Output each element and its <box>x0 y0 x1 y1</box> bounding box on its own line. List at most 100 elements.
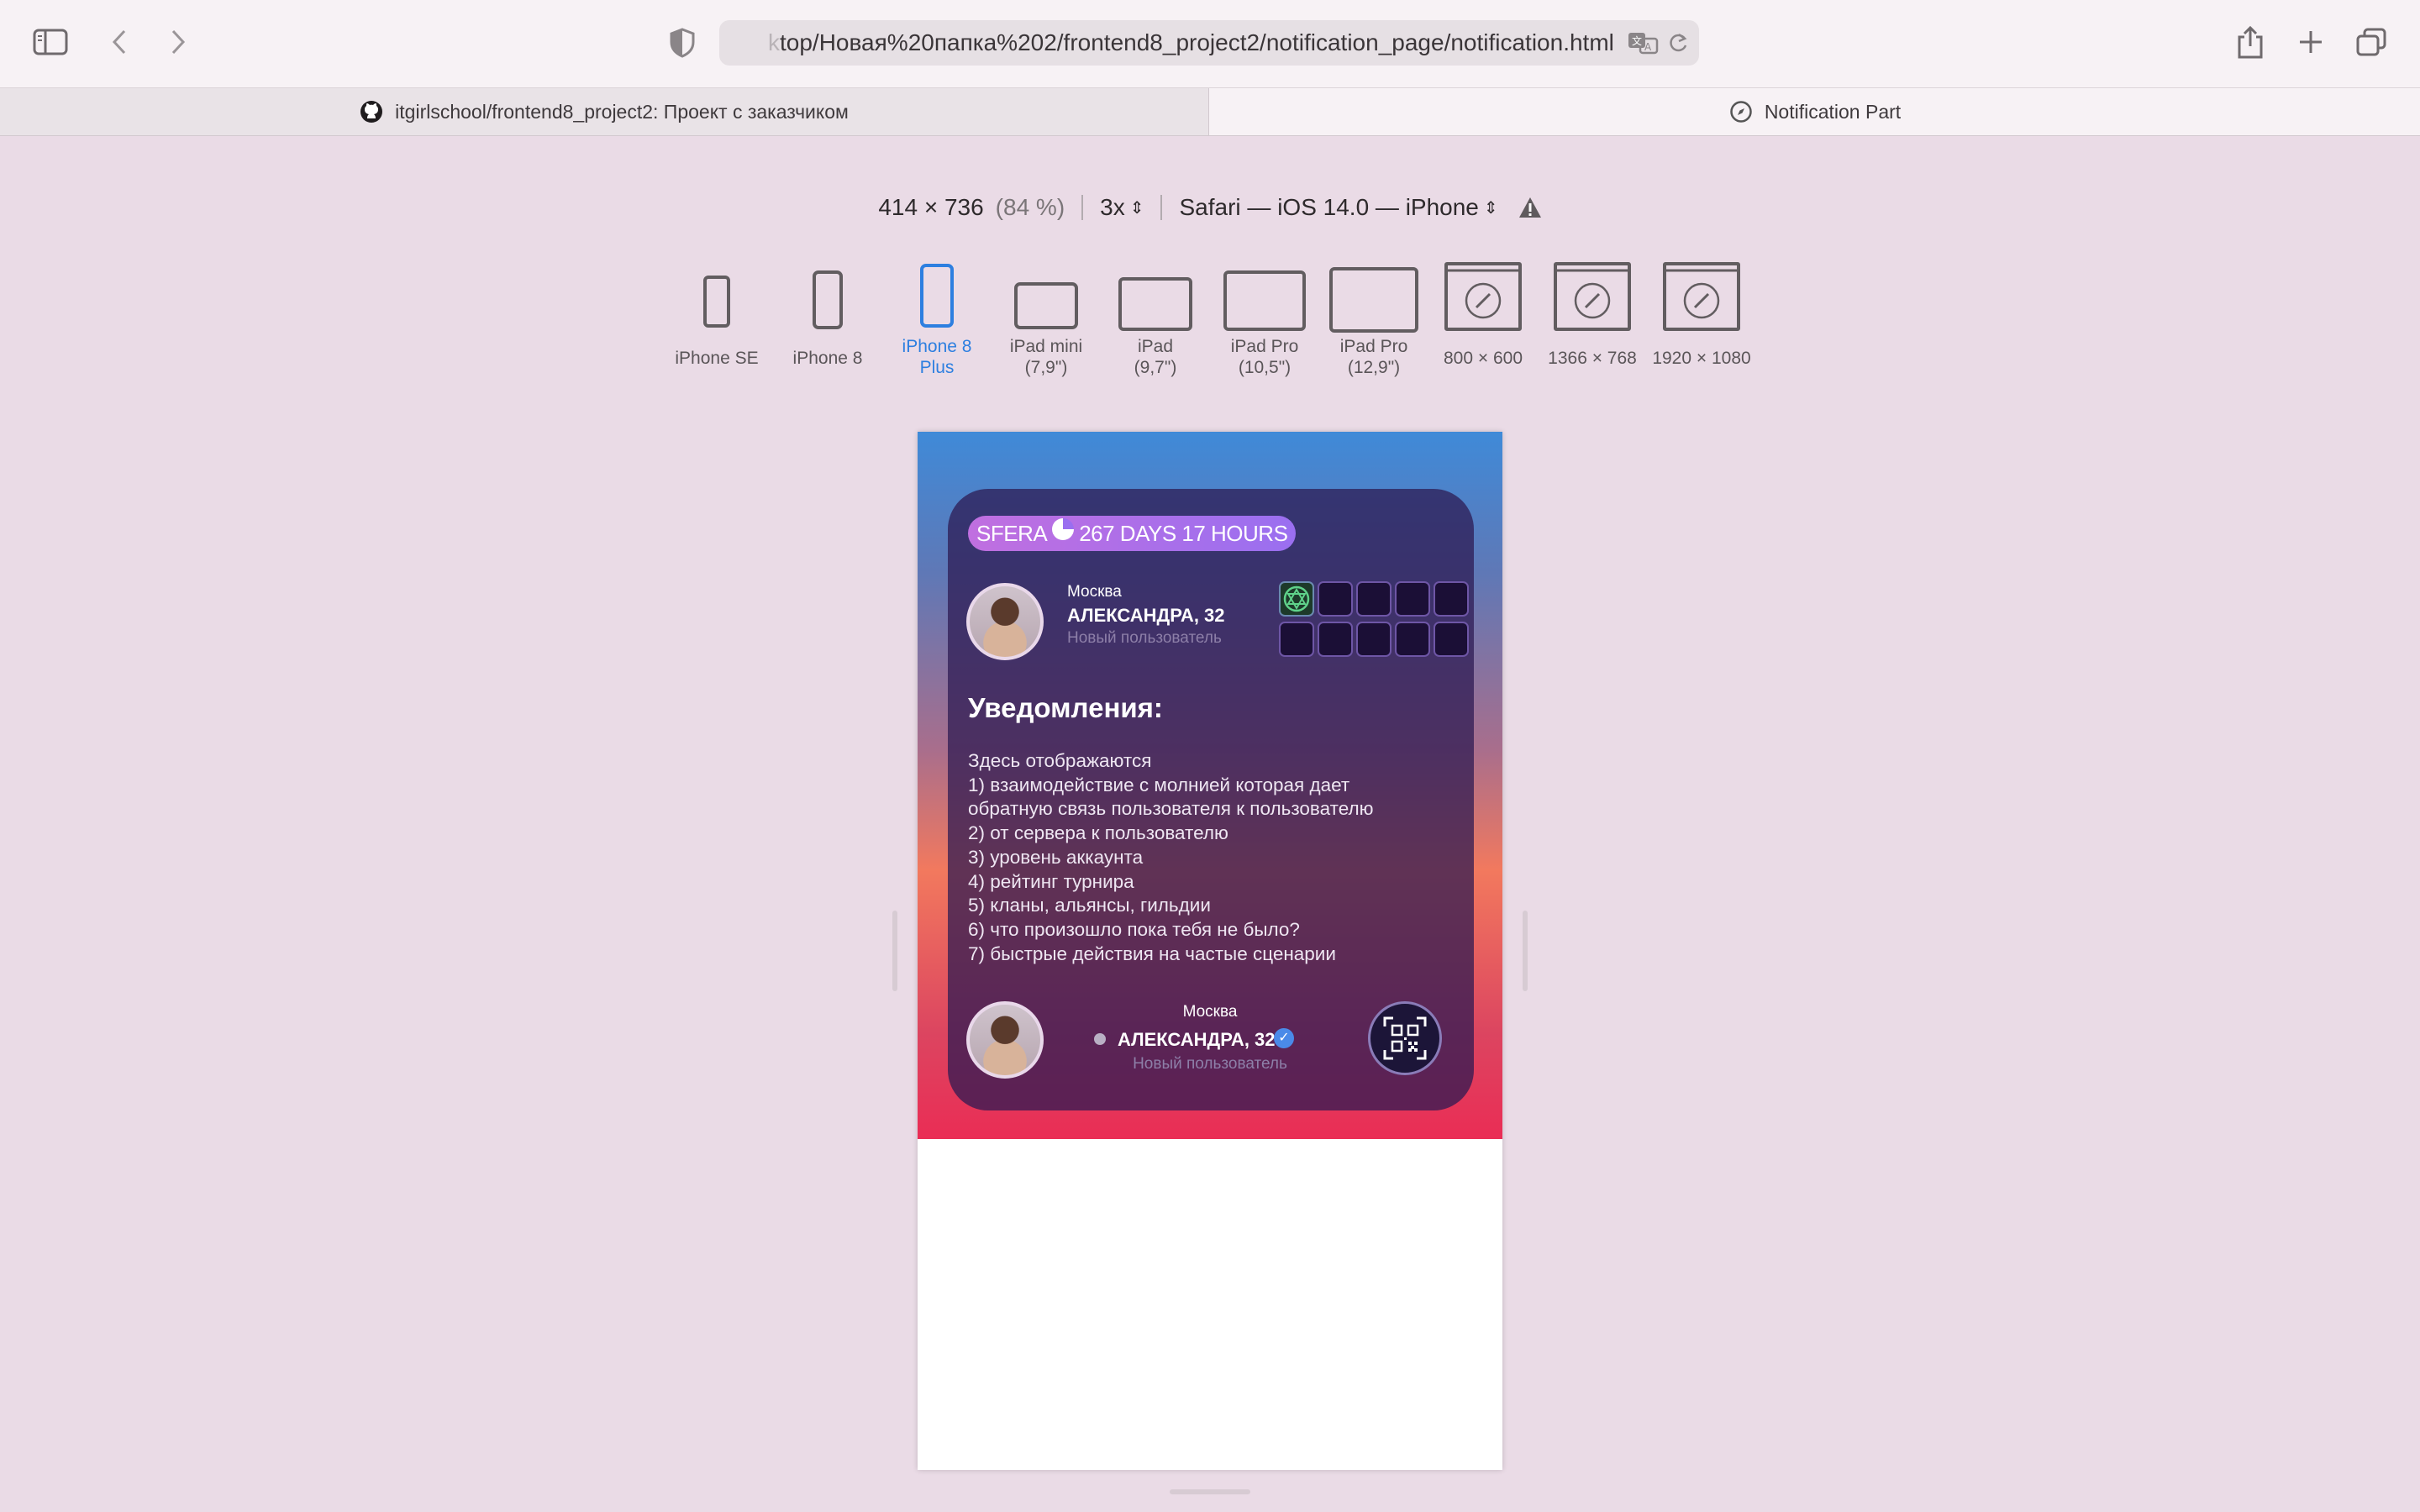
resize-handle-left[interactable] <box>892 911 897 991</box>
timer-label: 267 DAYS 17 HOURS <box>1079 520 1288 546</box>
safari-window-icon <box>1444 262 1522 331</box>
reload-icon[interactable] <box>1664 29 1692 57</box>
notifications-body: Здесь отображаются 1) взаимодействие с м… <box>968 749 1464 966</box>
resize-handle-right[interactable] <box>1523 911 1528 991</box>
scale-select[interactable]: 3x <box>1100 194 1125 221</box>
tablet-icon <box>1329 267 1418 333</box>
back-icon[interactable] <box>104 25 134 59</box>
translate-icon[interactable]: 文A <box>1625 27 1660 59</box>
notification-line: 5) кланы, альянсы, гильдии <box>968 895 1211 916</box>
user-agent-select[interactable]: Safari — iOS 14.0 — iPhone <box>1179 194 1478 221</box>
device-label: 1366 × 768 <box>1548 349 1637 368</box>
tablet-icon <box>1223 270 1306 331</box>
achievement-slot[interactable] <box>1434 581 1469 617</box>
device-800x600[interactable]: 800 × 600 <box>1437 260 1529 370</box>
device-iphone-se[interactable]: iPhone SE <box>671 267 763 376</box>
brand-label: SFERA <box>976 520 1048 546</box>
achievement-slot[interactable] <box>1318 622 1353 657</box>
device-1366x768[interactable]: 1366 × 768 <box>1542 260 1643 370</box>
compass-icon <box>1729 100 1753 123</box>
achievement-slot[interactable] <box>1279 581 1314 617</box>
divider <box>1160 195 1163 220</box>
achievement-slot[interactable] <box>1434 622 1469 657</box>
avatar[interactable] <box>966 583 1044 660</box>
device-label: 800 × 600 <box>1443 349 1523 368</box>
footer-status: Новый пользователь <box>1133 1055 1287 1073</box>
svg-text:A: A <box>1644 41 1652 53</box>
notification-line: Здесь отображаются <box>968 750 1152 771</box>
notification-line: 2) от сервера к пользователю <box>968 822 1228 844</box>
notification-card: SFERA 267 DAYS 17 HOURS Москва АЛЕКСАНДР… <box>948 489 1474 1110</box>
timer-pie-icon <box>1052 518 1075 540</box>
github-icon <box>360 100 383 123</box>
footer-name: АЛЕКСАНДРА, 32 <box>1118 1029 1276 1050</box>
chevron-updown-icon[interactable]: ⇕ <box>1130 197 1144 218</box>
address-bar[interactable]: ktop/Новая%20папка%202/frontend8_project… <box>719 20 1699 66</box>
viewport-size[interactable]: 414 × 736 <box>878 194 983 221</box>
tab-github[interactable]: itgirlschool/frontend8_project2: Проект … <box>0 88 1209 135</box>
device-label: iPad Pro (10,5") <box>1230 337 1299 377</box>
device-label: 1920 × 1080 <box>1652 349 1751 368</box>
new-tab-icon[interactable] <box>2296 25 2326 59</box>
warning-icon[interactable] <box>1518 197 1542 218</box>
sfera-badge[interactable]: SFERA 267 DAYS 17 HOURS <box>968 516 1297 551</box>
profile-name: АЛЕКСАНДРА, 32 <box>1067 605 1225 626</box>
emblem-icon <box>1283 585 1310 612</box>
tab-title: Notification Part <box>1764 100 1902 123</box>
device-label: iPhone 8 Plus <box>902 337 972 377</box>
phone-icon <box>813 270 843 329</box>
forward-icon[interactable] <box>163 25 193 59</box>
tab-notification-part[interactable]: Notification Part <box>1210 88 2420 135</box>
footer-avatar[interactable] <box>966 1001 1044 1079</box>
resize-handle-bottom[interactable] <box>1170 1489 1250 1494</box>
achievement-slot[interactable] <box>1279 622 1314 657</box>
viewport-zoom: (84 %) <box>995 194 1065 220</box>
chevron-updown-icon[interactable]: ⇕ <box>1484 197 1498 218</box>
safari-window-icon <box>1554 262 1631 331</box>
device-1920x1080[interactable]: 1920 × 1080 <box>1649 260 1754 370</box>
notification-line: 6) что произошло пока тебя не было? <box>968 918 1300 940</box>
footer-city: Москва <box>1182 1003 1238 1021</box>
device-viewport: SFERA 267 DAYS 17 HOURS Москва АЛЕКСАНДР… <box>918 432 1502 1470</box>
share-icon[interactable] <box>2235 24 2265 60</box>
responsive-info-bar: 414 × 736 (84 %) 3x ⇕ Safari — iOS 14.0 … <box>0 186 2420 228</box>
verified-icon: ✓ <box>1274 1028 1294 1048</box>
achievement-slot[interactable] <box>1356 581 1392 617</box>
qr-scan-button[interactable] <box>1368 1001 1442 1075</box>
achievement-slot[interactable] <box>1395 581 1430 617</box>
device-ipad-pro-12-9[interactable]: iPad Pro (12,9") <box>1328 267 1420 377</box>
online-dot-icon <box>1094 1033 1106 1045</box>
notifications-title: Уведомления: <box>968 692 1163 723</box>
achievement-slot[interactable] <box>1395 622 1430 657</box>
achievement-slot[interactable] <box>1356 622 1392 657</box>
tab-overview-icon[interactable] <box>2354 25 2388 59</box>
address-text[interactable]: ktop/Новая%20папка%202/frontend8_project… <box>768 20 1614 66</box>
svg-text:文: 文 <box>1632 34 1642 47</box>
profile-city: Москва <box>1067 583 1122 601</box>
divider <box>1081 195 1084 220</box>
device-ipad-mini[interactable]: iPad mini (7,9") <box>1000 267 1092 377</box>
tab-title: itgirlschool/frontend8_project2: Проект … <box>395 100 849 123</box>
device-label: iPhone SE <box>675 349 759 368</box>
profile-status: Новый пользователь <box>1067 629 1222 647</box>
safari-window-icon <box>1663 262 1740 331</box>
device-iphone-8-plus[interactable]: iPhone 8 Plus <box>891 260 983 378</box>
device-label: iPad (9,7") <box>1134 337 1177 377</box>
tab-bar: itgirlschool/frontend8_project2: Проект … <box>0 87 2420 136</box>
notification-line: 3) уровень аккаунта <box>968 846 1144 868</box>
phone-icon <box>920 264 954 328</box>
qr-code-icon <box>1383 1016 1427 1060</box>
notification-line: 1) взаимодействие с молнией которая дает <box>968 774 1350 795</box>
sidebar-toggle-icon[interactable] <box>32 25 69 59</box>
device-label: iPad Pro (12,9") <box>1339 337 1408 377</box>
tablet-icon <box>1118 277 1192 331</box>
tablet-icon <box>1014 282 1078 329</box>
app-background: SFERA 267 DAYS 17 HOURS Москва АЛЕКСАНДР… <box>918 432 1502 1139</box>
notification-line: обратную связь пользователя к пользовате… <box>968 798 1374 820</box>
address-prefix: k <box>768 29 780 55</box>
device-ipad[interactable]: iPad (9,7") <box>1109 267 1202 377</box>
privacy-shield-icon[interactable] <box>666 25 699 60</box>
device-iphone-8[interactable]: iPhone 8 <box>781 267 874 376</box>
device-ipad-pro-10-5[interactable]: iPad Pro (10,5") <box>1218 267 1311 377</box>
achievement-slot[interactable] <box>1318 581 1353 617</box>
